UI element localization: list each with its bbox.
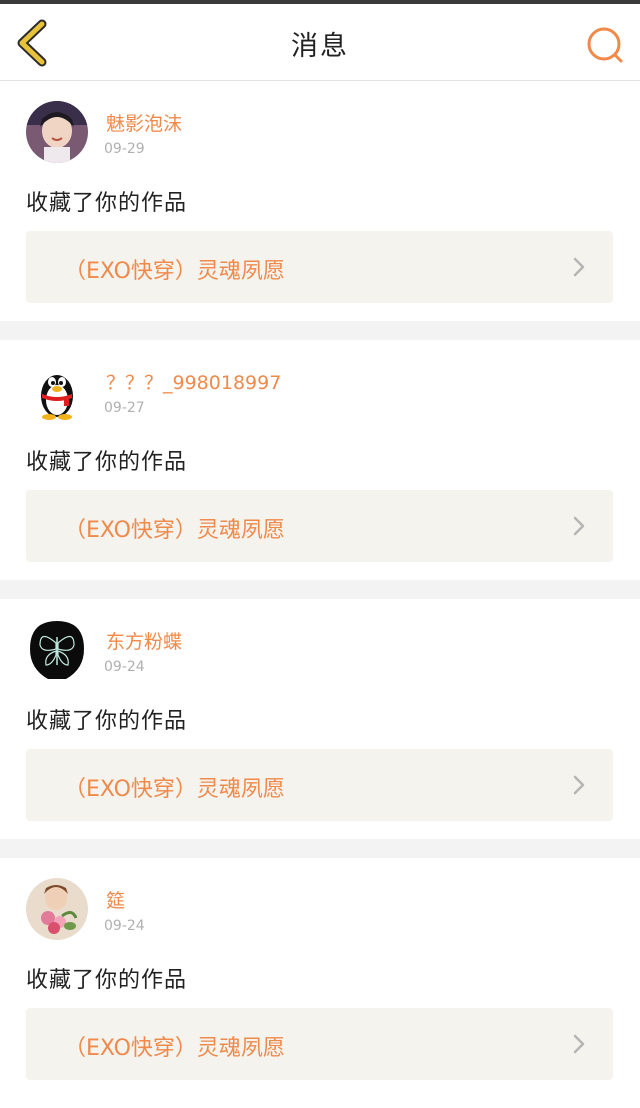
user-name[interactable]: 东方粉蝶: [106, 627, 182, 654]
work-title: （EXO快穿）灵魂夙愿: [64, 1036, 285, 1061]
notification-card: 东方粉蝶 09-24 收藏了你的作品 （EXO快穿）灵魂夙愿: [0, 599, 640, 839]
action-text: 收藏了你的作品: [26, 968, 188, 993]
user-name[interactable]: 筵: [106, 886, 125, 913]
notification-card: 魅影泡沫 09-29 收藏了你的作品 （EXO快穿）灵魂夙愿: [0, 81, 640, 321]
avatar[interactable]: [26, 619, 88, 681]
notification-card: 筵 09-24 收藏了你的作品 （EXO快穿）灵魂夙愿: [0, 858, 640, 1108]
work-link[interactable]: （EXO快穿）灵魂夙愿: [26, 490, 613, 562]
work-link[interactable]: （EXO快穿）灵魂夙愿: [26, 1008, 613, 1080]
avatar[interactable]: [26, 878, 88, 940]
action-text: 收藏了你的作品: [26, 191, 188, 216]
notification-list: 魅影泡沫 09-29 收藏了你的作品 （EXO快穿）灵魂夙愿 ？？？_99801…: [0, 81, 640, 1108]
user-name[interactable]: 魅影泡沫: [106, 109, 182, 136]
work-title: （EXO快穿）灵魂夙愿: [64, 777, 285, 802]
chevron-right-icon: [573, 775, 585, 795]
timestamp: 09-27: [104, 400, 145, 416]
work-title: （EXO快穿）灵魂夙愿: [64, 259, 285, 284]
chevron-right-icon: [573, 1034, 585, 1054]
app-header: 消息: [0, 4, 640, 81]
notification-card: ？？？_998018997 09-27 收藏了你的作品 （EXO快穿）灵魂夙愿: [0, 340, 640, 580]
action-text: 收藏了你的作品: [26, 709, 188, 734]
timestamp: 09-24: [104, 918, 145, 934]
work-link[interactable]: （EXO快穿）灵魂夙愿: [26, 231, 613, 303]
action-text: 收藏了你的作品: [26, 450, 188, 475]
user-name[interactable]: ？？？_998018997: [106, 368, 281, 395]
search-button[interactable]: [584, 24, 626, 66]
qq-penguin-avatar-icon: [26, 360, 88, 422]
avatar[interactable]: [26, 101, 88, 163]
timestamp: 09-24: [104, 659, 145, 675]
work-title: （EXO快穿）灵魂夙愿: [64, 518, 285, 543]
chevron-right-icon: [573, 257, 585, 277]
search-icon: [587, 27, 623, 63]
work-link[interactable]: （EXO快穿）灵魂夙愿: [26, 749, 613, 821]
avatar[interactable]: [26, 360, 88, 422]
page-title: 消息: [291, 31, 349, 62]
butterfly-avatar-icon: [26, 619, 88, 681]
timestamp: 09-29: [104, 141, 145, 157]
chevron-right-icon: [573, 516, 585, 536]
flowers-photo-avatar-icon: [26, 878, 88, 940]
photo-boy-avatar-icon: [26, 101, 88, 163]
